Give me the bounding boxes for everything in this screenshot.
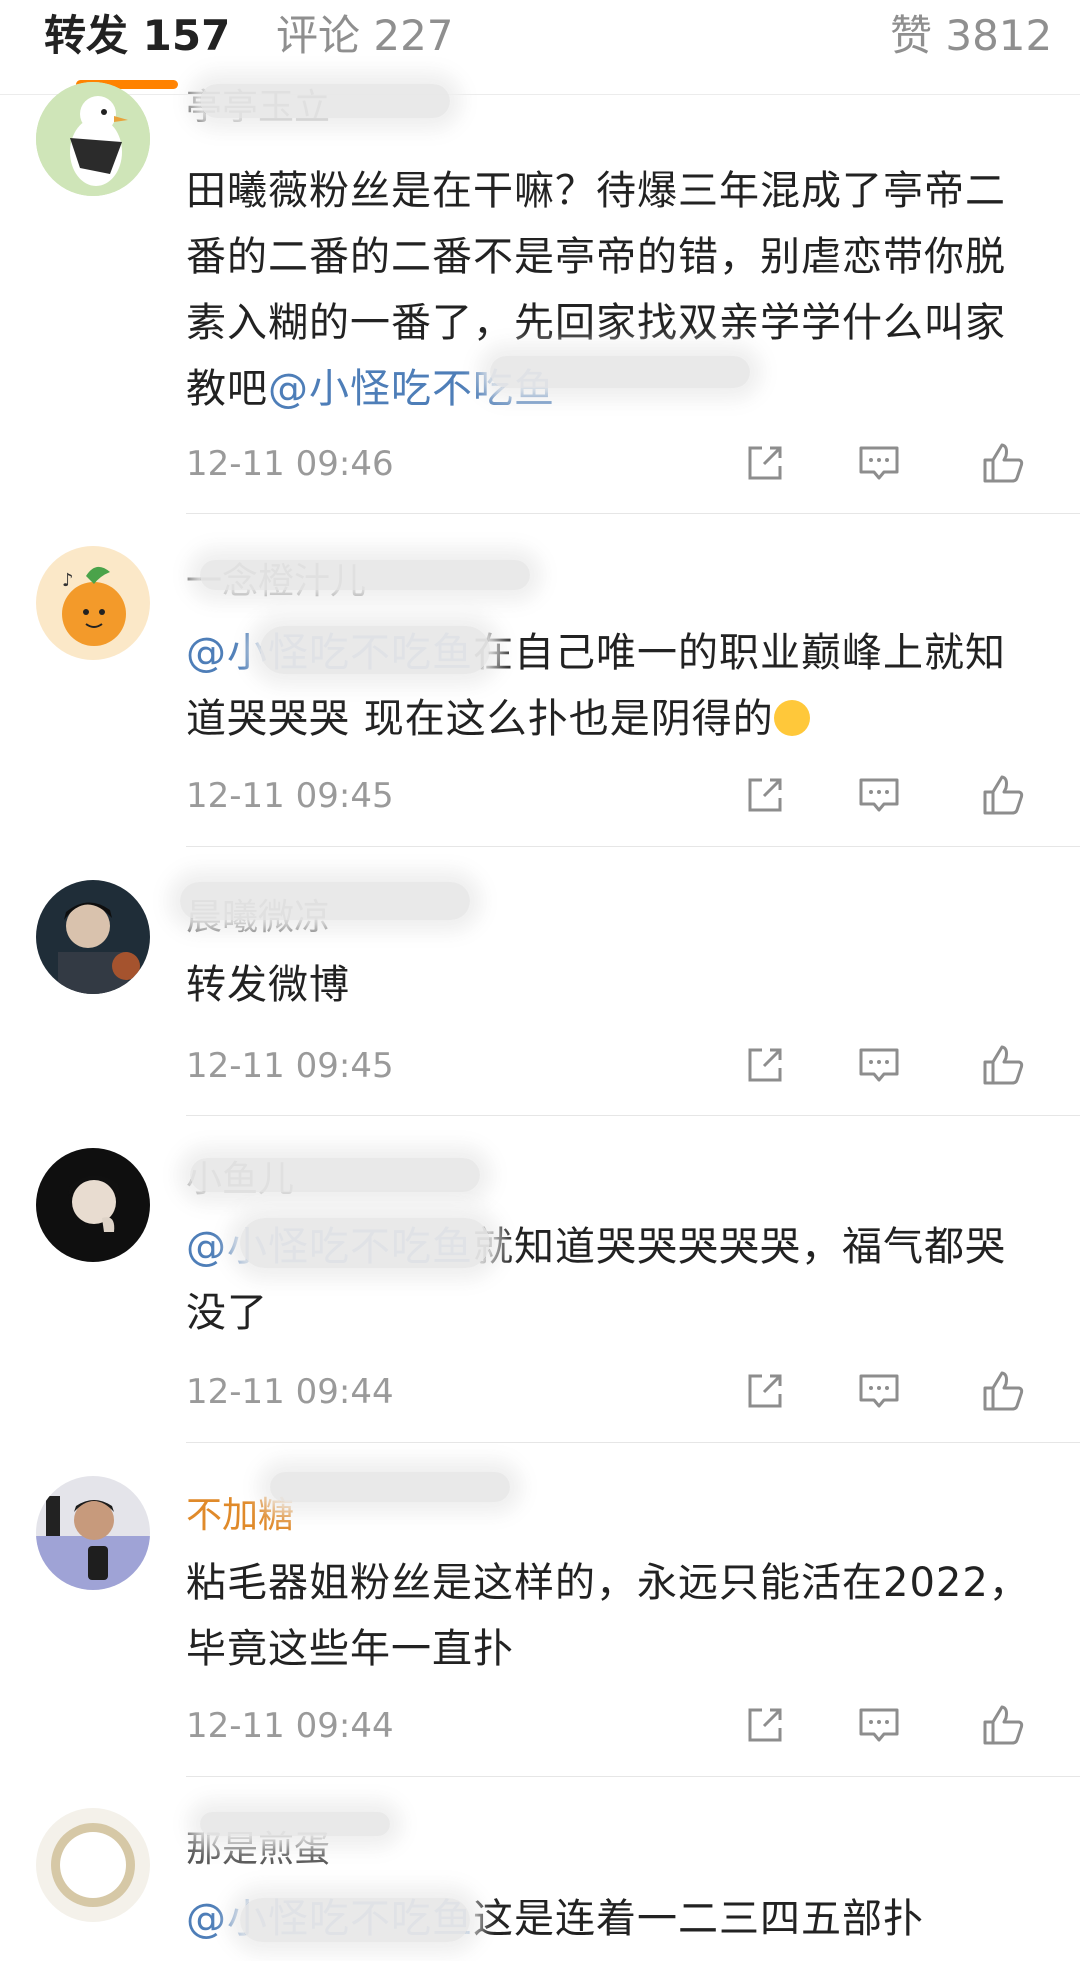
mention-blur — [490, 356, 750, 388]
share-icon[interactable] — [742, 1368, 788, 1414]
username-blur — [200, 84, 450, 118]
comment-timestamp: 12-11 09:44 — [186, 1372, 394, 1412]
comment-icon[interactable] — [856, 1368, 902, 1414]
mention-blur — [260, 626, 490, 674]
pleading-emoji-icon — [773, 700, 810, 736]
username-blur — [180, 882, 470, 920]
avatar[interactable]: ♪ — [36, 546, 150, 660]
avatar[interactable] — [36, 1808, 150, 1922]
avatar[interactable] — [36, 1476, 150, 1590]
comment-divider — [186, 846, 1080, 847]
tab-reposts[interactable]: 转发 157 — [44, 8, 230, 64]
comment-divider — [186, 513, 1080, 514]
comment-text: 粘毛器姐粉丝是这样的，永远只能活在2022，毕竟这些年一直扑 — [186, 1560, 1030, 1672]
like-icon[interactable] — [980, 440, 1026, 486]
mention-blur — [240, 1218, 490, 1268]
comment-divider — [186, 1115, 1080, 1116]
share-icon[interactable] — [742, 1702, 788, 1748]
svg-text:♪: ♪ — [62, 570, 74, 591]
comment-icon[interactable] — [856, 1702, 902, 1748]
comment-timestamp: 12-11 09:45 — [186, 776, 394, 816]
comment-timestamp: 12-11 09:45 — [186, 1046, 394, 1086]
username-blur — [200, 1812, 390, 1836]
comment-icon[interactable] — [856, 440, 902, 486]
comment-divider — [186, 1776, 1080, 1777]
username-blur — [190, 1158, 480, 1192]
tab-likes[interactable]: 赞 3812 — [890, 8, 1052, 64]
comment-timestamp: 12-11 09:44 — [186, 1706, 394, 1746]
username-blur — [270, 1472, 510, 1502]
username-blur — [200, 560, 530, 590]
tab-bar: 转发 157 评论 227 赞 3812 — [0, 0, 1080, 95]
like-icon[interactable] — [980, 1042, 1026, 1088]
share-icon[interactable] — [742, 440, 788, 486]
comment-icon[interactable] — [856, 772, 902, 818]
comment-timestamp: 12-11 09:46 — [186, 444, 394, 484]
avatar[interactable] — [36, 1148, 150, 1262]
mention-blur — [240, 1898, 470, 1942]
username[interactable]: 不加糖 — [186, 1496, 294, 1536]
username[interactable]: 那是煎蛋 — [186, 1830, 330, 1870]
tab-comments[interactable]: 评论 227 — [276, 8, 454, 64]
comment-text: 转发微博 — [186, 962, 350, 1008]
like-icon[interactable] — [980, 1702, 1026, 1748]
share-icon[interactable] — [742, 772, 788, 818]
comment-divider — [186, 1442, 1080, 1443]
like-icon[interactable] — [980, 772, 1026, 818]
comment-icon[interactable] — [856, 1042, 902, 1088]
like-icon[interactable] — [980, 1368, 1026, 1414]
avatar[interactable] — [36, 880, 150, 994]
share-icon[interactable] — [742, 1042, 788, 1088]
avatar[interactable] — [36, 82, 150, 196]
